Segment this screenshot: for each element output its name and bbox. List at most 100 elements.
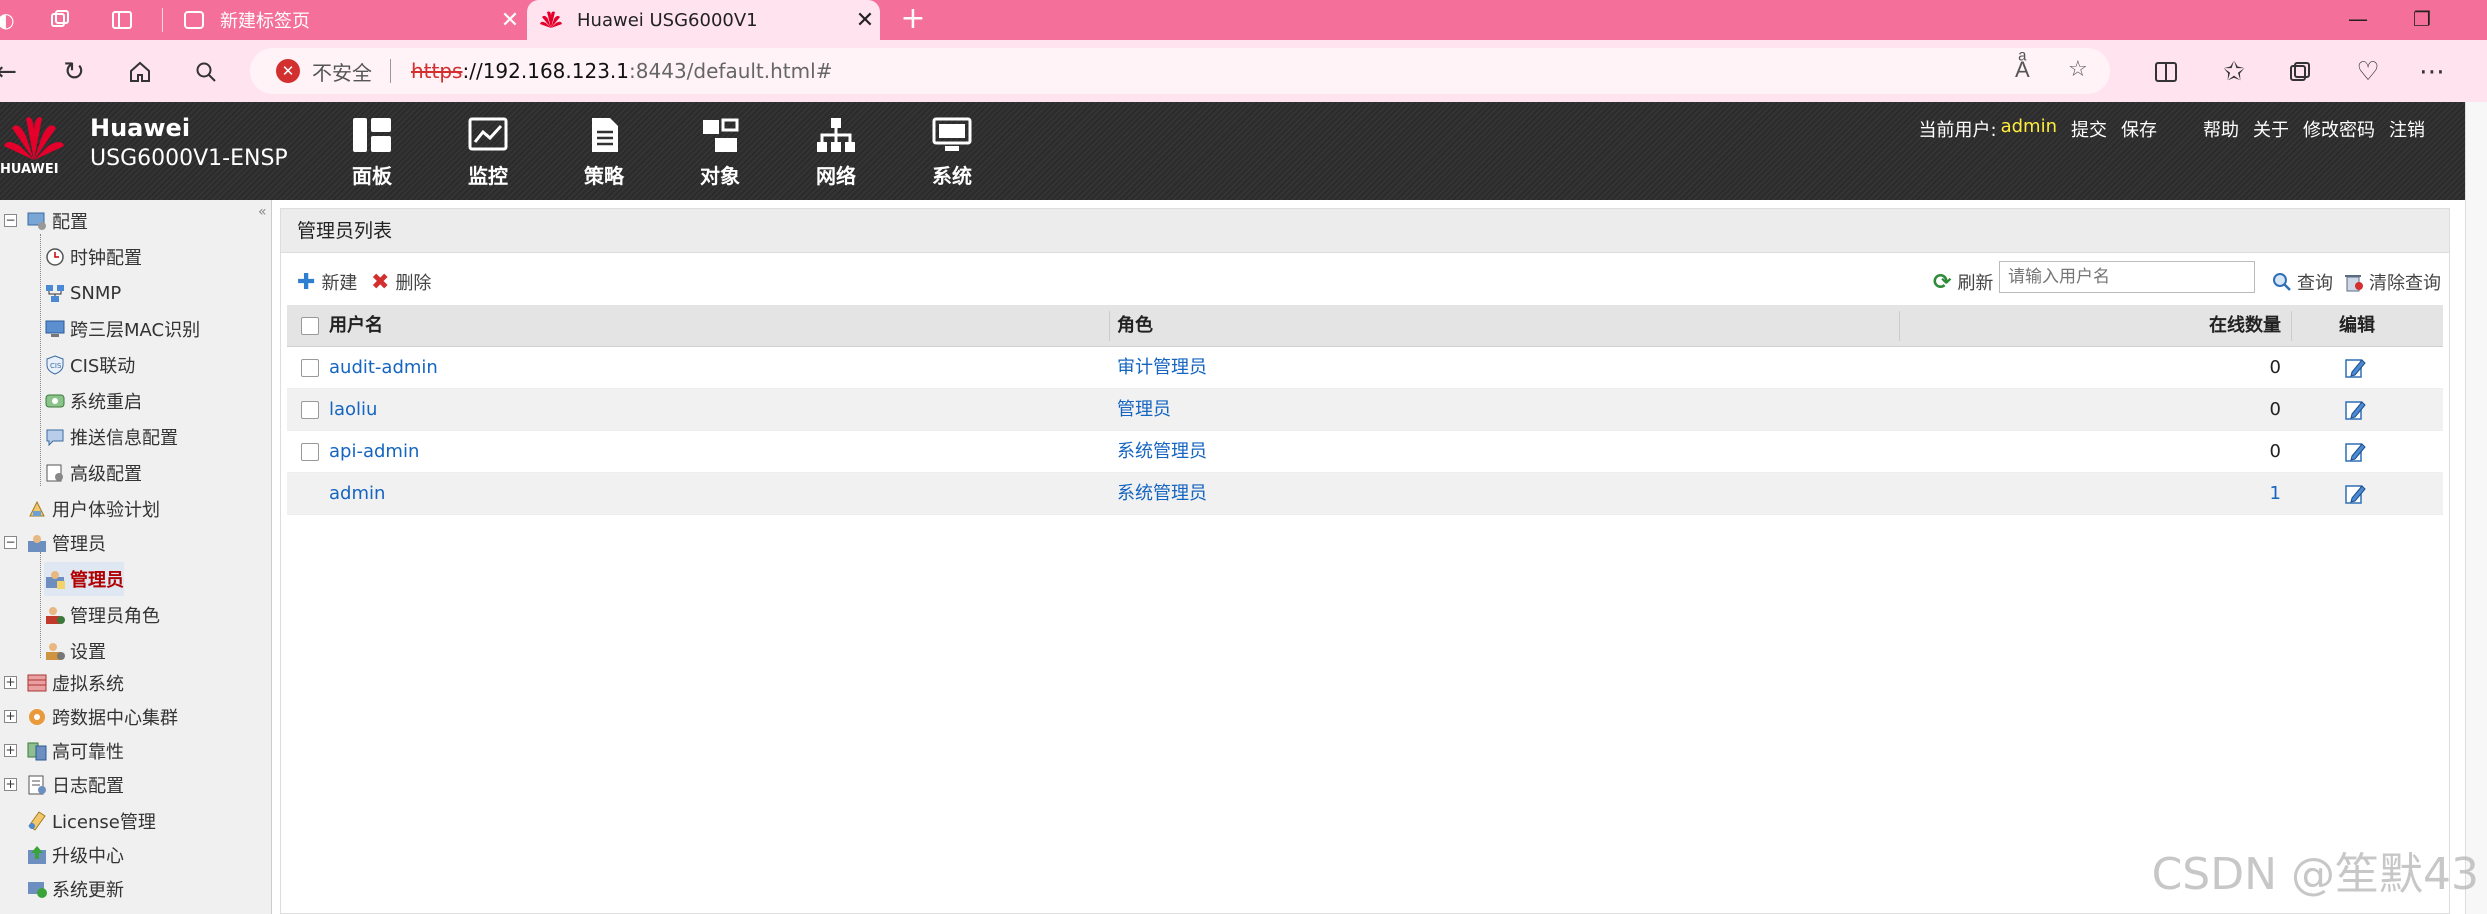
tree-item-upgrade[interactable]: 升级中心	[26, 838, 124, 872]
svg-text:CIS: CIS	[50, 362, 62, 370]
tab-huawei-usg[interactable]: Huawei USG6000V1 ✕	[527, 0, 880, 40]
username-link[interactable]: api-admin	[329, 431, 419, 473]
tree-expander[interactable]: +	[4, 744, 17, 757]
new-tab-button[interactable]: +	[895, 2, 931, 38]
read-aloud-icon[interactable]: Aͣ	[2015, 57, 2030, 83]
row-checkbox[interactable]	[301, 443, 319, 461]
tree-item-vsys[interactable]: + 虚拟系统	[4, 666, 124, 700]
edit-icon[interactable]	[2343, 440, 2367, 464]
tree-item-admins[interactable]: − 管理员	[4, 526, 106, 560]
nav-policy[interactable]: 策略	[564, 116, 644, 196]
username-link[interactable]: audit-admin	[329, 347, 438, 389]
username-link[interactable]: admin	[329, 473, 385, 515]
tree-item-admin-settings[interactable]: 设置	[44, 634, 106, 668]
security-label[interactable]: 不安全	[312, 57, 372, 86]
nav-system[interactable]: 系统	[912, 116, 992, 196]
nav-monitor[interactable]: 监控	[448, 116, 528, 196]
close-tab-icon[interactable]: ✕	[495, 8, 525, 33]
select-all-checkbox[interactable]	[301, 317, 319, 335]
administrator-icon	[46, 571, 65, 589]
browser-essentials-icon[interactable]: ♡	[2348, 52, 2388, 92]
new-button[interactable]: ✚ 新建	[297, 269, 357, 295]
tree-item-log[interactable]: + 日志配置	[4, 768, 124, 802]
virtual-system-icon	[27, 674, 47, 692]
tree-item-reboot[interactable]: 系统重启	[44, 384, 142, 418]
nav-network[interactable]: 网络	[796, 116, 876, 196]
tree-expander[interactable]: −	[4, 536, 17, 549]
home-icon[interactable]	[120, 52, 160, 92]
online-count: 0	[2269, 399, 2281, 420]
back-arrow-icon[interactable]: ←	[0, 52, 26, 92]
search-icon[interactable]	[186, 52, 226, 92]
tab-actions-icon[interactable]	[108, 6, 136, 34]
split-screen-icon[interactable]	[2146, 52, 2186, 92]
tree-item-cross-dc[interactable]: + 跨数据中心集群	[4, 700, 178, 734]
collections-icon[interactable]	[2280, 52, 2320, 92]
tree-item-config[interactable]: − 配置	[4, 204, 88, 238]
table-row: laoliu 管理员 0	[287, 389, 2443, 431]
tree-item-ux-plan[interactable]: 用户体验计划	[26, 492, 160, 526]
column-username[interactable]: 用户名	[329, 305, 383, 347]
tree-expander[interactable]: −	[4, 214, 17, 227]
tree-expander[interactable]: +	[4, 710, 17, 723]
tree-expander[interactable]: +	[4, 778, 17, 791]
tab-new-tab[interactable]: 新建标签页 ✕	[170, 0, 525, 40]
close-tab-icon[interactable]: ✕	[850, 8, 880, 33]
tree-expander[interactable]: +	[4, 676, 17, 689]
delete-button[interactable]: ✖ 删除	[371, 269, 431, 295]
online-count-link[interactable]: 1	[2247, 473, 2281, 515]
tree-item-admin-list[interactable]: 管理员	[44, 562, 124, 596]
edit-icon[interactable]	[2343, 398, 2367, 422]
save-link[interactable]: 保存	[2121, 116, 2157, 142]
workspaces-icon[interactable]	[46, 6, 74, 34]
logout-link[interactable]: 注销	[2389, 116, 2425, 142]
role-link[interactable]: 系统管理员	[1117, 431, 1207, 473]
tree-item-license[interactable]: License管理	[26, 804, 156, 838]
column-online-count[interactable]: 在线数量	[2209, 305, 2281, 347]
tree-item-advanced[interactable]: 高级配置	[44, 456, 142, 490]
profile-icon[interactable]: ◐	[0, 6, 20, 34]
column-role[interactable]: 角色	[1117, 305, 1153, 347]
reload-icon[interactable]: ↻	[54, 52, 94, 92]
tree-item-push-info[interactable]: 推送信息配置	[44, 420, 178, 454]
table-row: audit-admin 审计管理员 0	[287, 347, 2443, 389]
tree-item-cis[interactable]: CIS CIS联动	[44, 348, 135, 382]
role-link[interactable]: 系统管理员	[1117, 473, 1207, 515]
username-search-input[interactable]	[1999, 261, 2255, 293]
experience-plan-icon	[29, 500, 45, 517]
help-link[interactable]: 帮助	[2203, 116, 2239, 142]
row-checkbox[interactable]	[301, 401, 319, 419]
submit-link[interactable]: 提交	[2071, 116, 2107, 142]
tree-item-ha[interactable]: + 高可靠性	[4, 734, 124, 768]
app-header: HUAWEI Huawei USG6000V1-ENSP 面板 监控 策略 对象…	[0, 102, 2465, 200]
edit-icon[interactable]	[2343, 356, 2367, 380]
role-link[interactable]: 管理员	[1117, 389, 1171, 431]
tree-item-clock[interactable]: 时钟配置	[44, 240, 142, 274]
edit-icon[interactable]	[2343, 482, 2367, 506]
query-button[interactable]: 查询	[2271, 269, 2333, 295]
tree-item-snmp[interactable]: SNMP	[44, 276, 121, 310]
row-checkbox[interactable]	[301, 359, 319, 377]
about-link[interactable]: 关于	[2253, 116, 2289, 142]
more-menu-icon[interactable]: ⋯	[2412, 52, 2452, 92]
collapse-tree-icon[interactable]: «	[258, 204, 267, 220]
upgrade-center-icon	[28, 846, 46, 864]
nav-object[interactable]: 对象	[680, 116, 760, 196]
favorite-star-icon[interactable]: ☆	[2068, 57, 2088, 82]
favorites-icon[interactable]: ✩	[2214, 52, 2254, 92]
role-link[interactable]: 审计管理员	[1117, 347, 1207, 389]
change-password-link[interactable]: 修改密码	[2303, 116, 2375, 142]
clear-query-button[interactable]: 清除查询	[2343, 269, 2441, 295]
refresh-button[interactable]: ⟳ 刷新	[1933, 269, 1993, 295]
restore-window-button[interactable]: ❐	[2392, 0, 2452, 40]
address-bar[interactable]: ✕ 不安全 https://192.168.123.1:8443/default…	[250, 48, 2110, 94]
table-row: admin 系统管理员 1	[287, 473, 2443, 515]
nav-dashboard[interactable]: 面板	[332, 116, 412, 196]
security-warning-icon[interactable]: ✕	[276, 59, 300, 83]
minimize-window-button[interactable]: —	[2328, 0, 2388, 40]
tree-item-system-update[interactable]: 系统更新	[26, 872, 124, 906]
tree-item-mac[interactable]: 跨三层MAC识别	[44, 312, 200, 346]
huawei-logo-icon	[4, 117, 64, 160]
tree-item-admin-roles[interactable]: 管理员角色	[44, 598, 160, 632]
username-link[interactable]: laoliu	[329, 389, 377, 431]
